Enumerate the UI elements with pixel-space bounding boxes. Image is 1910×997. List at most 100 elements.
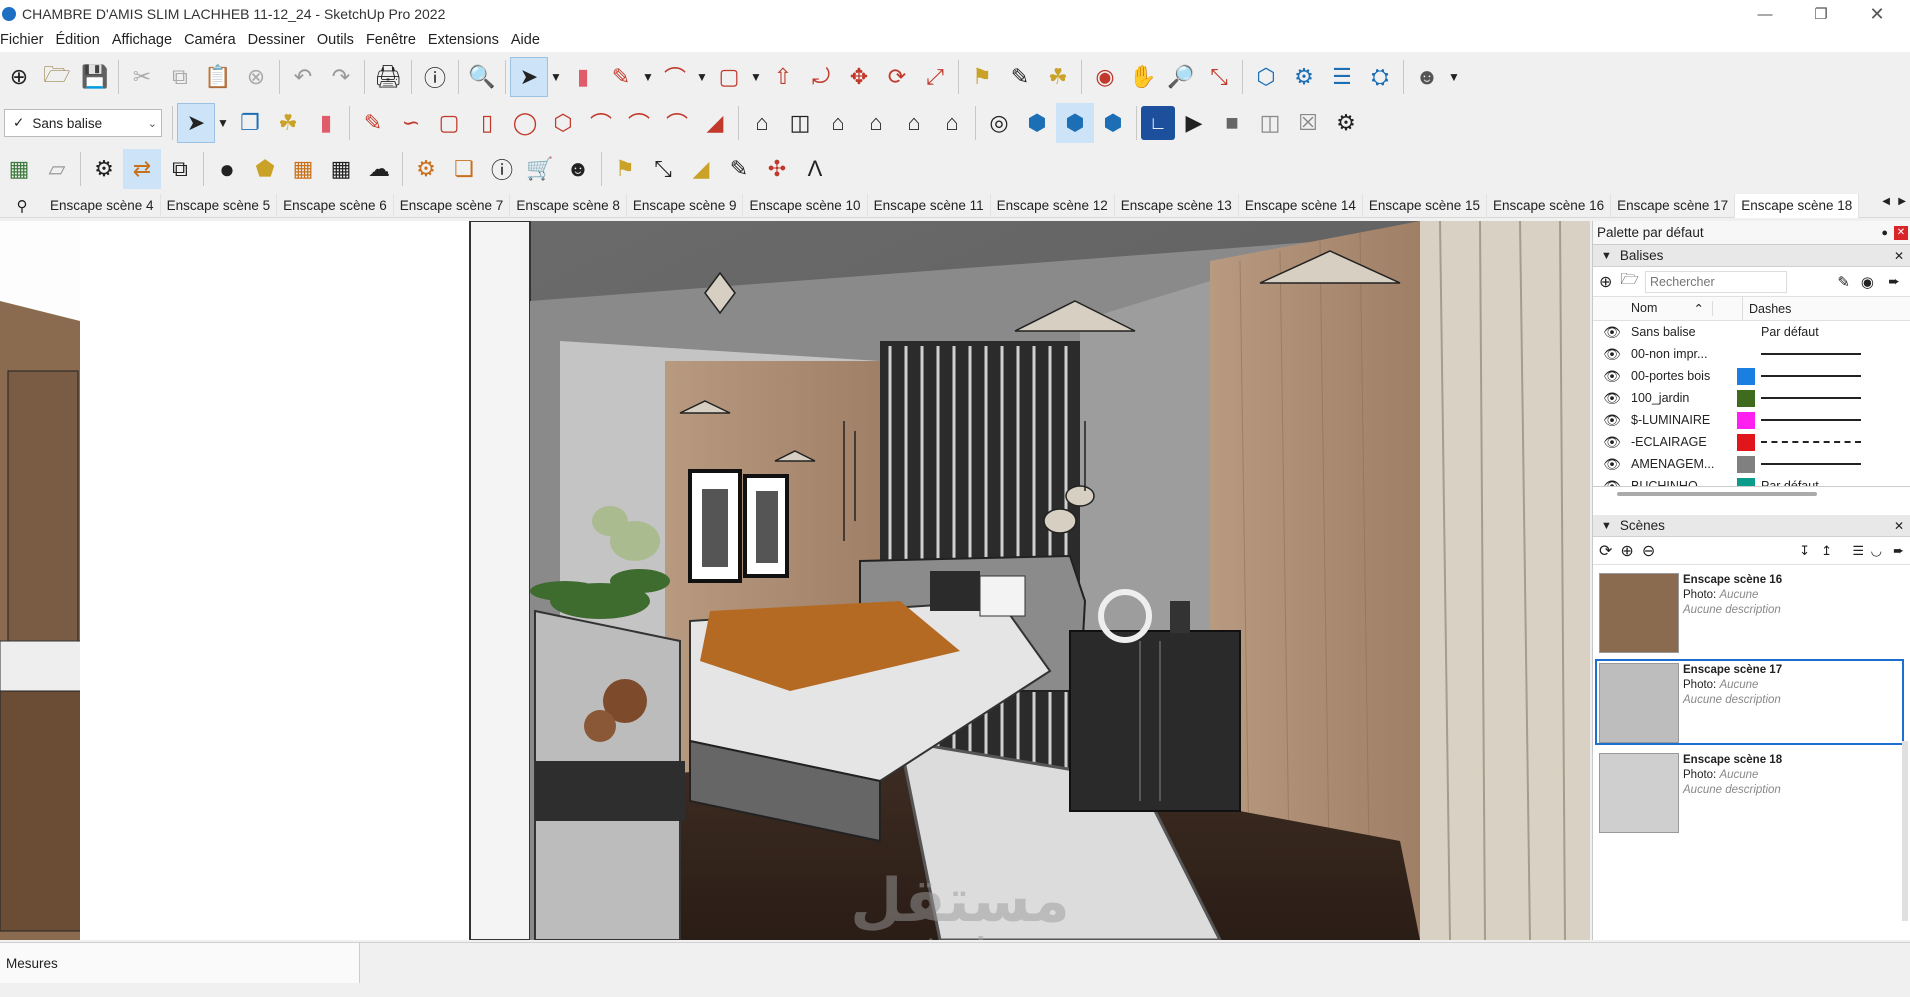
scene-item[interactable]: Enscape scène 18 Photo: Aucune Aucune desc… [1595,749,1904,835]
capture-disabled-icon[interactable]: ☒ [1289,103,1327,143]
3d-text-icon[interactable]: Λ [796,149,834,189]
tag-color-swatch[interactable] [1737,324,1755,341]
freehand-icon[interactable]: ∽ [392,103,430,143]
scenes-scrollbar[interactable] [1902,741,1908,921]
scene-item[interactable]: Enscape scène 17 Photo: Aucune Aucune desc… [1595,659,1904,745]
open-folder-icon[interactable]: 🗁 [38,57,76,97]
menu-fichier[interactable]: Fichier [0,32,56,48]
tape-measure-icon[interactable]: ⚑ [606,149,644,189]
arc-icon[interactable]: ⌒ [656,57,694,97]
eye-visibility-icon[interactable]: 👁 [1593,324,1631,341]
back-view-icon[interactable]: ⌂ [895,103,933,143]
tag-dashes[interactable] [1761,353,1861,355]
rotated-rectangle-icon[interactable]: ▯ [468,103,506,143]
paste-icon[interactable]: 📋 [199,57,237,97]
rotate-icon[interactable]: ⟳ [878,57,916,97]
tag-color-swatch[interactable] [1737,389,1755,407]
remove-scene-icon[interactable]: ⊖ [1642,541,1655,561]
enscape-logo-icon[interactable]: ∟ [1141,106,1175,140]
left-view-icon[interactable]: ⌂ [933,103,971,143]
tag-row[interactable]: 👁 100_jardin [1593,387,1910,409]
user-icon[interactable]: ☻ [559,149,597,189]
eye-visibility-icon[interactable]: 👁 [1593,390,1631,407]
settings-gear-icon[interactable]: ⚙ [1327,103,1365,143]
orbit-icon[interactable]: ◉ [1086,57,1124,97]
maximize-icon[interactable]: ❐ [1798,0,1844,28]
geo-location-icon[interactable]: ▦ [0,149,38,189]
add-scene-icon[interactable]: ⊕ [1620,541,1633,561]
circle-icon[interactable]: ◯ [506,103,544,143]
tag-search-input[interactable] [1645,270,1788,293]
axes-icon[interactable]: ✣ [758,149,796,189]
color-by-tag-icon[interactable]: ◉ [1861,273,1874,291]
scene-tab[interactable]: Enscape scène 5 [161,193,278,218]
rectangle-icon[interactable]: ▢ [430,103,468,143]
scene-tab[interactable]: Enscape scène 9 [627,193,744,218]
cut-icon[interactable]: ✂ [123,57,161,97]
tags-scrollbar[interactable] [1593,487,1910,501]
select-dropdown-icon[interactable]: ▼ [548,57,564,97]
xray-icon[interactable]: ◎ [980,103,1018,143]
layout-send-icon[interactable]: ☰ [1323,57,1361,97]
scene-tab[interactable]: Enscape scène 11 [868,193,991,218]
details-arrow-icon[interactable]: ➨ [1893,543,1904,559]
eye-visibility-icon[interactable]: 👁 [1593,412,1631,429]
add-folder-icon[interactable]: 🗁 [1620,269,1639,294]
polygon-icon[interactable]: ⬡ [544,103,582,143]
tag-dashes[interactable] [1761,375,1861,377]
cloud-upload-icon[interactable]: ☁ [360,149,398,189]
scene-tab[interactable]: Enscape scène 14 [1239,193,1363,218]
scene-tab[interactable]: Enscape scène 4 [44,193,161,218]
scene-tab[interactable]: Enscape scène 12 [991,193,1115,218]
rectangle-dropdown-icon[interactable]: ▼ [748,57,764,97]
arc-dropdown-icon[interactable]: ▼ [694,57,710,97]
scene-tab[interactable]: Enscape scène 10 [743,193,868,218]
close-panel-icon[interactable]: ✕ [1894,519,1904,533]
paint-bucket-icon[interactable]: ☘ [1039,57,1077,97]
scene-item[interactable]: Enscape scène 16 Photo: Aucune Aucune desc… [1595,569,1904,655]
model-info-icon[interactable]: ⓘ [416,57,454,97]
stop-icon[interactable]: ■ [1213,103,1251,143]
eraser-icon[interactable]: ▮ [564,57,602,97]
zoom-extents-icon[interactable]: ⤡ [1200,57,1238,97]
tape-measure-icon[interactable]: ⚑ [963,57,1001,97]
menu-affichage[interactable]: Affichage [112,32,184,48]
eye-visibility-icon[interactable]: 👁 [1593,478,1631,487]
tag-dashes[interactable]: Par défaut [1761,325,1819,339]
tag-select[interactable]: ✓ Sans balise ⌄ [4,109,162,137]
eyedropper-icon[interactable]: ✎ [1837,273,1850,291]
close-panel-icon[interactable]: ✕ [1894,249,1904,263]
scroll-right-icon[interactable]: ▶ [1898,196,1906,207]
eye-visibility-icon[interactable]: 👁 [1593,434,1631,451]
text-label-icon[interactable]: ✎ [720,149,758,189]
arc-icon[interactable]: ⌒ [582,103,620,143]
scroll-left-icon[interactable]: ◀ [1882,196,1890,207]
checker-icon[interactable]: ▦ [322,149,360,189]
push-pull-icon[interactable]: ⇧ [764,57,802,97]
tag-color-swatch[interactable] [1737,346,1755,363]
move-down-icon[interactable]: ↧ [1799,543,1810,559]
tag-color-swatch[interactable] [1737,411,1755,429]
zoom-icon[interactable]: 🔍 [463,57,501,97]
wireframe-icon[interactable]: ⬢ [1018,103,1056,143]
scene-tab[interactable]: Enscape scène 15 [1363,193,1488,218]
tag-row[interactable]: 👁 00-non impr... [1593,343,1910,365]
scene-tab[interactable]: Enscape scène 7 [394,193,511,218]
tag-dashes[interactable] [1761,397,1861,399]
menu-fenetre[interactable]: Fenêtre [366,32,428,48]
scene-tab[interactable]: Enscape scène 6 [277,193,394,218]
pie-icon[interactable]: ◢ [696,103,734,143]
shaded-icon[interactable]: ⬢ [1056,103,1094,143]
sync-icon[interactable]: ⇄ [123,149,161,189]
add-location-icon[interactable]: ⚙ [85,149,123,189]
extension-warehouse-icon[interactable]: ⚙ [1285,57,1323,97]
tag-row[interactable]: 👁 AMENAGEM... [1593,453,1910,475]
pencil-icon[interactable]: ✎ [602,57,640,97]
menu-camera[interactable]: Caméra [184,32,248,48]
scene-tab[interactable]: Enscape scène 16 [1487,193,1612,218]
move-up-icon[interactable]: ↥ [1821,543,1832,559]
warehouse-icon[interactable]: ⬡ [1247,57,1285,97]
top-view-icon[interactable]: ◫ [781,103,819,143]
close-tray-icon[interactable]: ✕ [1894,225,1908,240]
right-view-icon[interactable]: ⌂ [857,103,895,143]
